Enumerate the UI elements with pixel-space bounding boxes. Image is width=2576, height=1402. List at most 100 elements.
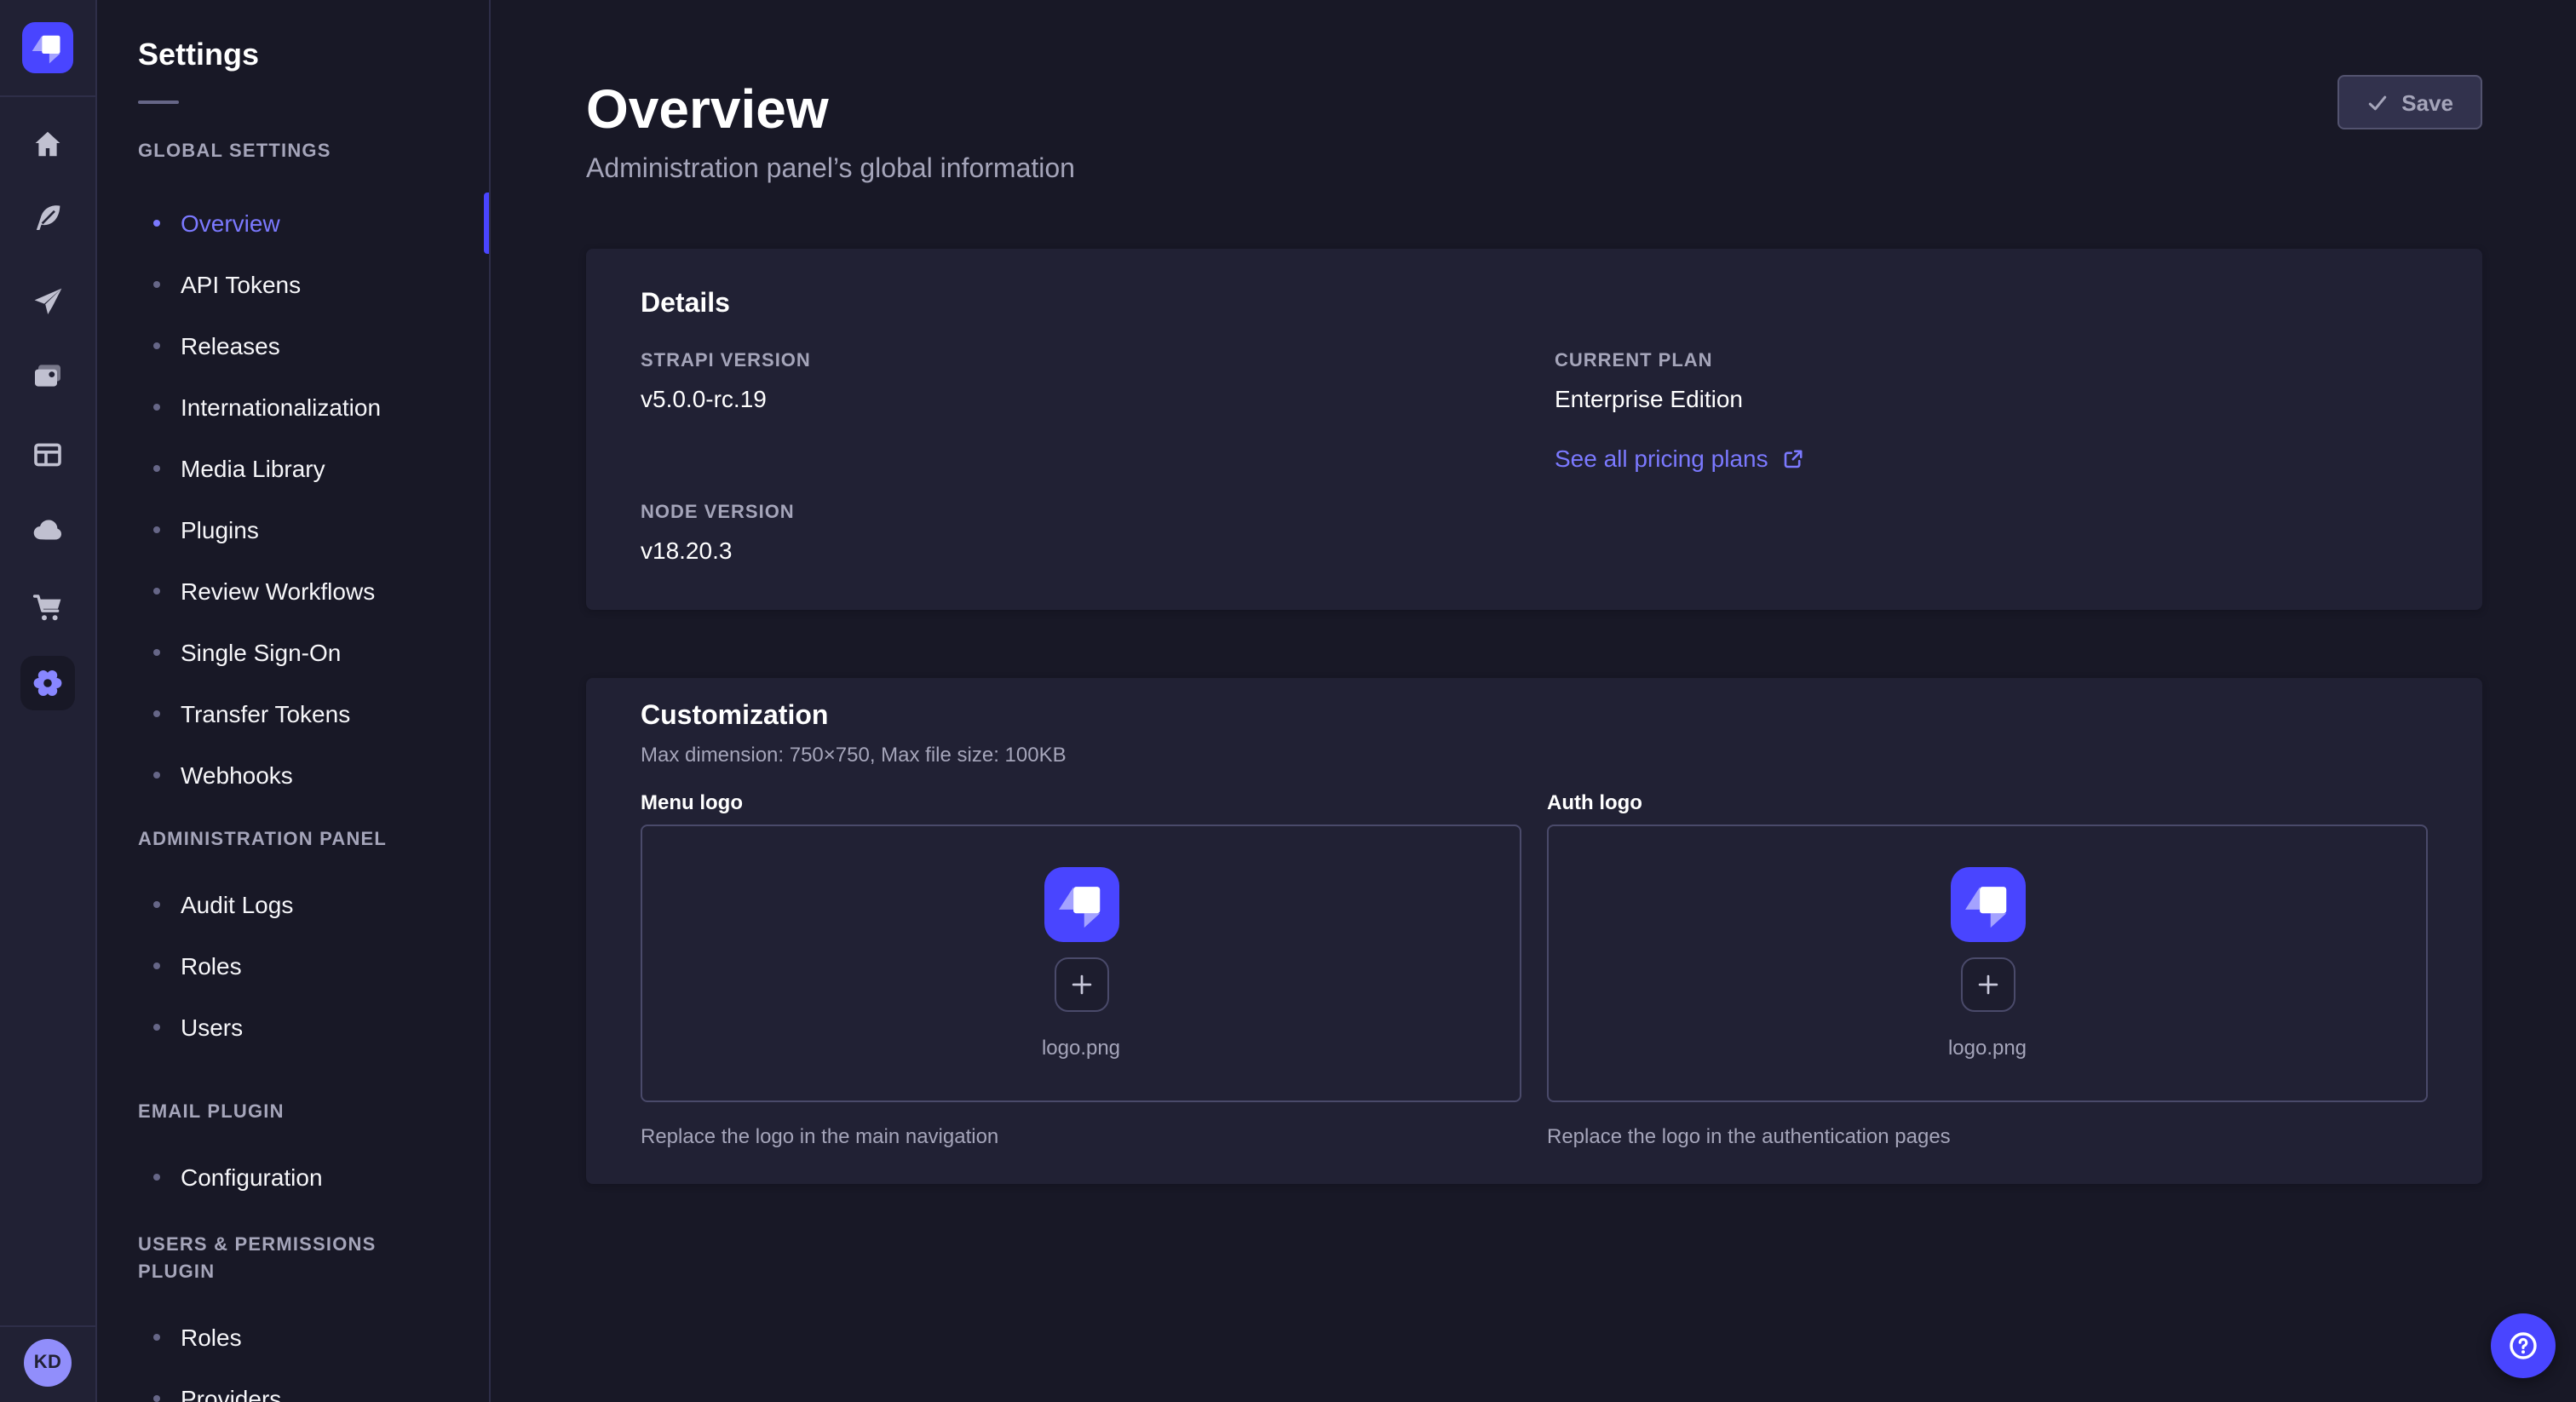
field-label: NODE VERSION — [641, 503, 1514, 525]
sidebar-item-plugins[interactable]: Plugins — [97, 499, 489, 560]
sidebar-item-transfer-tokens[interactable]: Transfer Tokens — [97, 683, 489, 744]
auth-logo-hint: Replace the logo in the authentication p… — [1547, 1123, 2428, 1150]
bullet-icon — [153, 1024, 160, 1031]
pricing-plans-link[interactable]: See all pricing plans — [1555, 445, 1804, 472]
cloud-icon[interactable] — [31, 513, 65, 547]
customization-card-title: Customization — [641, 702, 2428, 733]
menu-logo-field: Menu logo logo.png Replace the logo in t… — [641, 789, 1521, 1150]
sidebar-item-label: Plugins — [181, 516, 259, 543]
bullet-icon — [153, 649, 160, 656]
sidebar-item-review-workflows[interactable]: Review Workflows — [97, 560, 489, 622]
sidebar-item-email-configuration[interactable]: Configuration — [97, 1146, 489, 1208]
rail-divider-bottom — [0, 1325, 95, 1327]
sidebar-item-label: Releases — [181, 332, 280, 359]
logo-filename: logo.png — [1042, 1036, 1120, 1060]
sidebar-item-label: Users — [181, 1014, 243, 1041]
field-value: Enterprise Edition — [1555, 385, 2428, 414]
gear-icon-active[interactable] — [20, 656, 75, 710]
menu-logo-label: Menu logo — [641, 789, 1521, 816]
sidebar-item-up-roles[interactable]: Roles — [97, 1307, 489, 1368]
bullet-icon — [153, 465, 160, 472]
gear-icon — [31, 666, 65, 700]
sidebar-item-up-providers[interactable]: Providers — [97, 1368, 489, 1402]
auth-logo-dropzone[interactable]: logo.png — [1547, 825, 2428, 1102]
sidebar-item-label: Review Workflows — [181, 577, 375, 605]
save-button[interactable]: Save — [2337, 75, 2482, 129]
paper-plane-icon[interactable] — [31, 284, 65, 319]
sidebar-item-admin-users[interactable]: Users — [97, 997, 489, 1058]
settings-subnav: Settings GLOBAL SETTINGS Overview API To… — [97, 0, 491, 1402]
logo-filename: logo.png — [1948, 1036, 2027, 1060]
field-value: v5.0.0-rc.19 — [641, 385, 1514, 414]
bullet-icon — [153, 404, 160, 411]
bullet-icon — [153, 1174, 160, 1181]
section-label: GLOBAL SETTINGS — [97, 138, 489, 165]
add-logo-button[interactable] — [1054, 957, 1108, 1012]
sidebar-item-label: Internationalization — [181, 394, 381, 421]
subnav-section-users-permissions-plugin: USERS & PERMISSIONS PLUGIN Roles Provide… — [97, 1232, 489, 1402]
bullet-icon — [153, 1334, 160, 1341]
sidebar-item-label: Single Sign-On — [181, 639, 341, 666]
current-plan-field: CURRENT PLAN Enterprise Edition — [1555, 351, 2428, 414]
feather-icon[interactable] — [31, 201, 65, 235]
menu-logo-dropzone[interactable]: logo.png — [641, 825, 1521, 1102]
plus-icon — [1972, 969, 2003, 1000]
field-value: v18.20.3 — [641, 537, 1514, 566]
layout-icon[interactable] — [31, 438, 65, 472]
customization-card: Customization Max dimension: 750×750, Ma… — [586, 678, 2482, 1184]
subnav-section-email-plugin: EMAIL PLUGIN Configuration — [97, 1099, 489, 1208]
sidebar-item-releases[interactable]: Releases — [97, 315, 489, 376]
subnav-section-global-settings: GLOBAL SETTINGS Overview API Tokens Rele… — [97, 138, 489, 806]
add-logo-button[interactable] — [1960, 957, 2015, 1012]
sidebar-item-label: Roles — [181, 1324, 242, 1351]
external-link-icon — [1782, 447, 1804, 469]
check-icon — [2366, 91, 2388, 113]
strapi-logo-preview — [1044, 867, 1118, 942]
subnav-title: Settings — [97, 0, 489, 73]
sidebar-item-label: Roles — [181, 952, 242, 980]
details-card: Details STRAPI VERSION v5.0.0-rc.19 NODE… — [586, 249, 2482, 610]
sidebar-item-single-sign-on[interactable]: Single Sign-On — [97, 622, 489, 683]
bullet-icon — [153, 588, 160, 595]
bullet-icon — [153, 962, 160, 969]
strapi-version-field: STRAPI VERSION v5.0.0-rc.19 — [641, 351, 1514, 414]
menu-logo-hint: Replace the logo in the main navigation — [641, 1123, 1521, 1150]
save-button-label: Save — [2401, 89, 2453, 115]
avatar[interactable]: KD — [24, 1339, 72, 1387]
bullet-icon — [153, 342, 160, 349]
section-label: USERS & PERMISSIONS PLUGIN — [97, 1232, 489, 1286]
sidebar-item-webhooks[interactable]: Webhooks — [97, 744, 489, 806]
bullet-icon — [153, 710, 160, 717]
sidebar-item-audit-logs[interactable]: Audit Logs — [97, 874, 489, 935]
pricing-plans-link-label: See all pricing plans — [1555, 445, 1768, 472]
sidebar-item-internationalization[interactable]: Internationalization — [97, 376, 489, 438]
bullet-icon — [153, 220, 160, 227]
details-column-right: CURRENT PLAN Enterprise Edition See all … — [1555, 351, 2428, 566]
sidebar-item-overview[interactable]: Overview — [97, 192, 489, 254]
sidebar-item-label: API Tokens — [181, 271, 301, 298]
section-label: EMAIL PLUGIN — [97, 1099, 489, 1126]
node-version-field: NODE VERSION v18.20.3 — [641, 503, 1514, 566]
sidebar-item-media-library[interactable]: Media Library — [97, 438, 489, 499]
images-icon[interactable] — [31, 359, 65, 394]
main-nav-rail: KD — [0, 0, 97, 1402]
bullet-icon — [153, 901, 160, 908]
page-subtitle: Administration panel’s global informatio… — [586, 150, 2482, 191]
help-button[interactable] — [2491, 1313, 2556, 1378]
cart-icon[interactable] — [31, 591, 65, 625]
question-mark-icon — [2506, 1329, 2540, 1363]
subnav-divider — [138, 101, 179, 104]
sidebar-item-api-tokens[interactable]: API Tokens — [97, 254, 489, 315]
sidebar-item-admin-roles[interactable]: Roles — [97, 935, 489, 997]
sidebar-item-label: Providers — [181, 1385, 281, 1402]
bullet-icon — [153, 526, 160, 533]
customization-constraints: Max dimension: 750×750, Max file size: 1… — [641, 741, 2428, 768]
strapi-logo[interactable] — [22, 22, 73, 73]
field-label: STRAPI VERSION — [641, 351, 1514, 373]
sidebar-item-label: Configuration — [181, 1164, 323, 1191]
page-title: Overview — [586, 75, 2482, 143]
sidebar-item-label: Overview — [181, 210, 280, 237]
auth-logo-label: Auth logo — [1547, 789, 2428, 816]
home-icon[interactable] — [31, 128, 65, 162]
field-label: CURRENT PLAN — [1555, 351, 2428, 373]
